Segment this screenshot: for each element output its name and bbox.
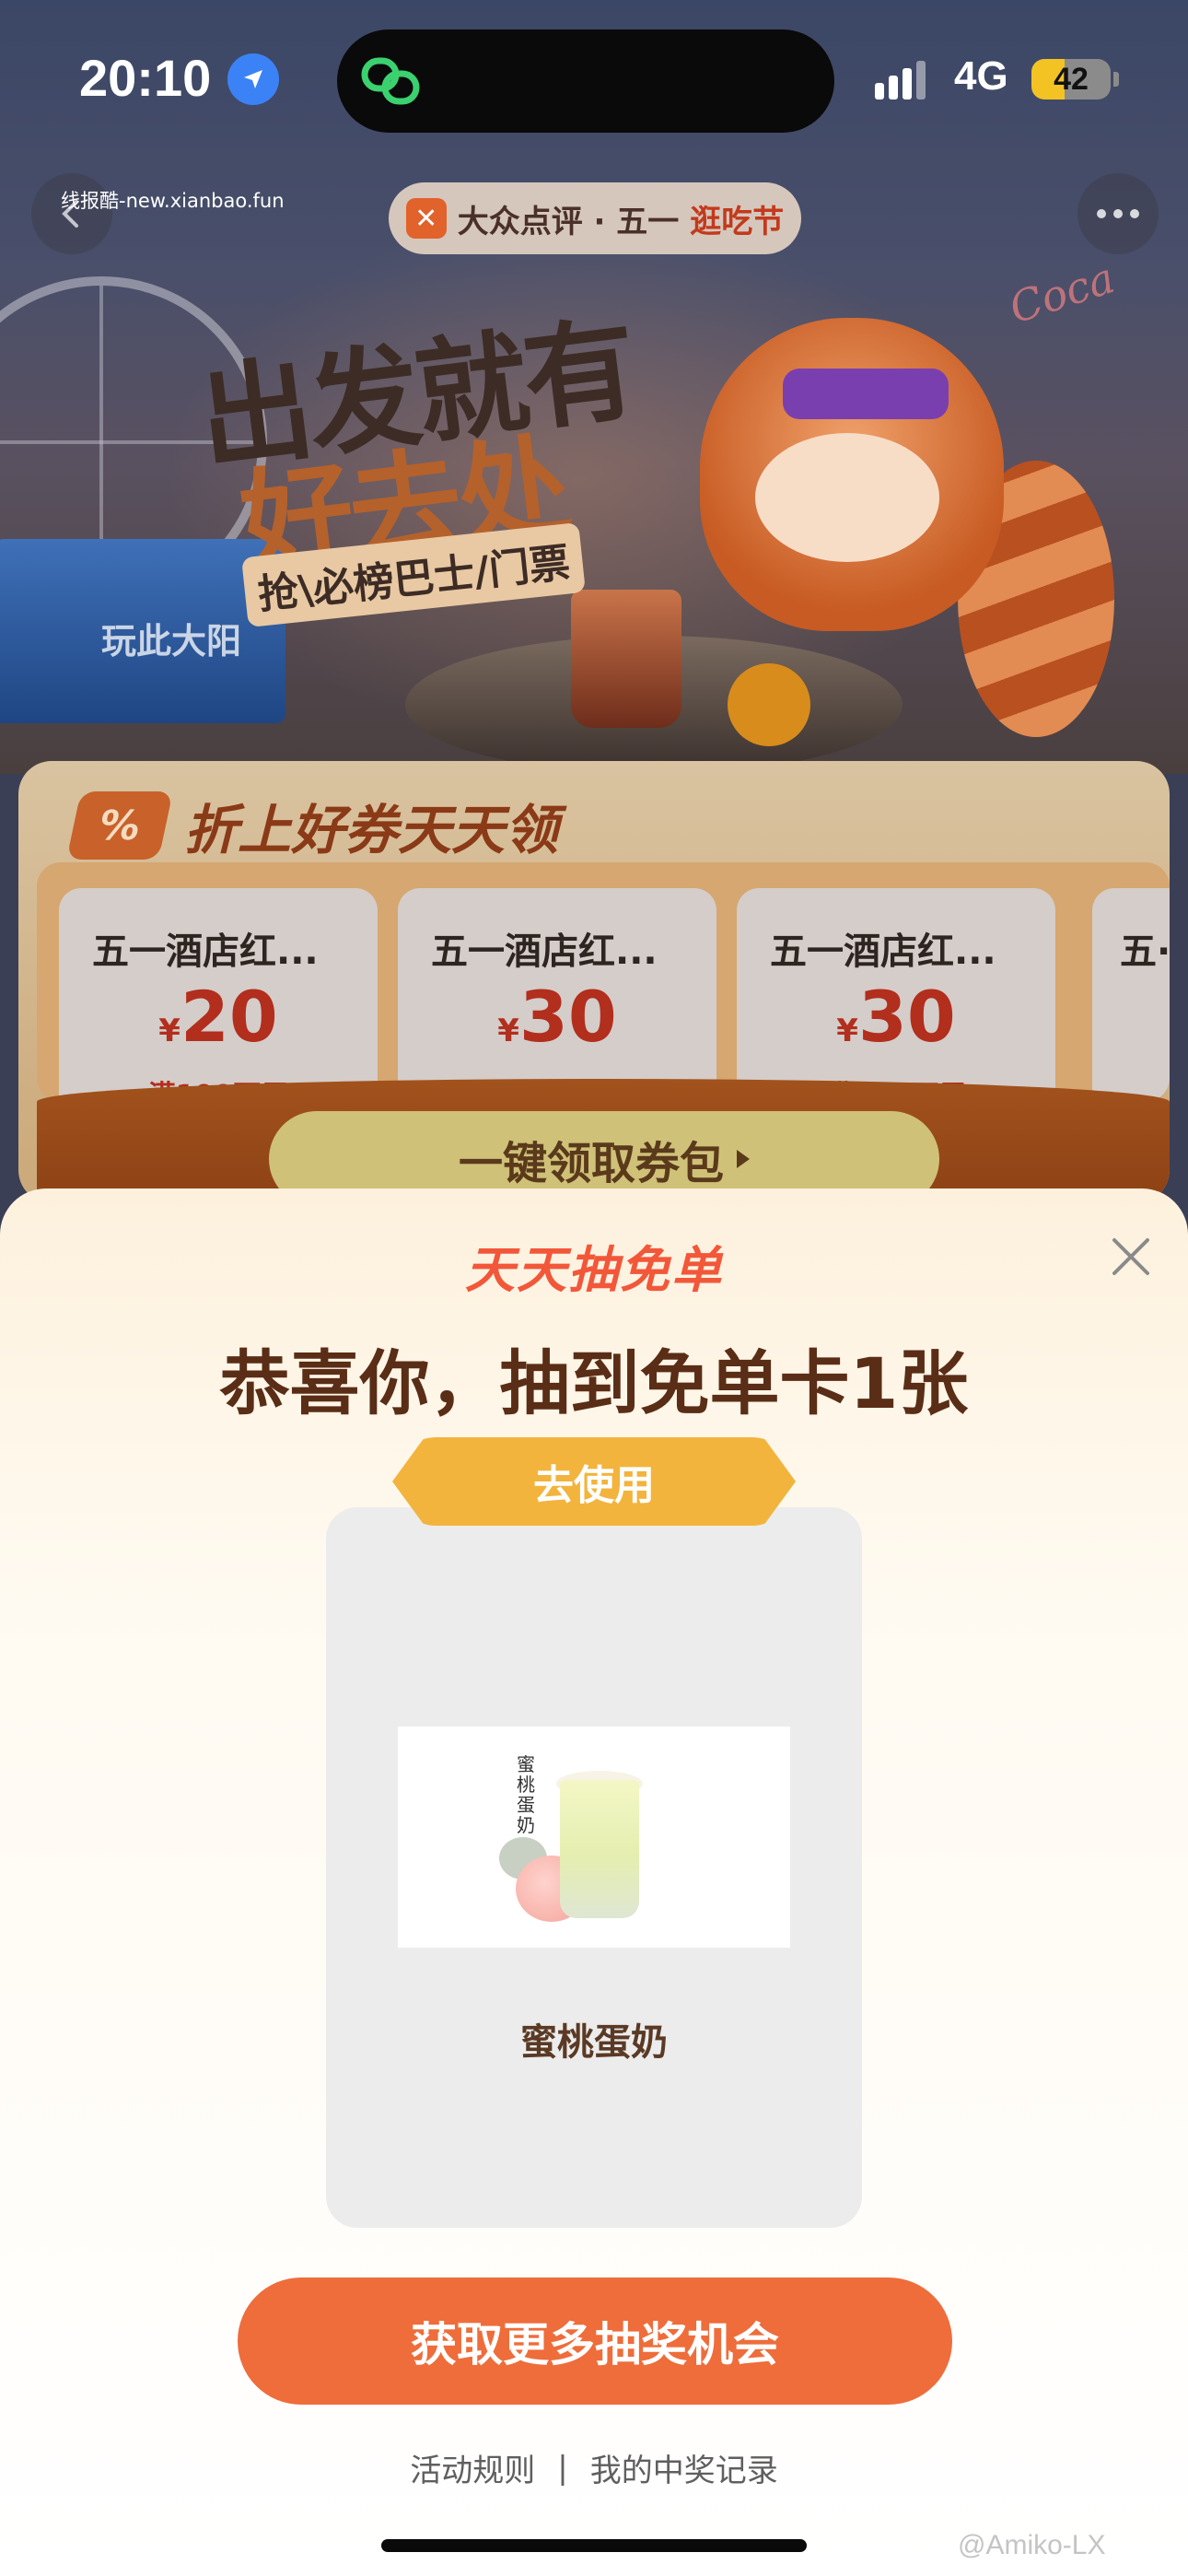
- link-separator: |: [557, 2449, 568, 2487]
- sheet-title: 恭喜你，抽到免单卡1张: [219, 1342, 969, 1424]
- milk-tea-cup-illustration: [560, 1780, 639, 1918]
- close-icon: [1112, 1238, 1149, 1275]
- use-button[interactable]: 去使用: [392, 1437, 796, 1526]
- sheet-logo: 天天抽免单: [465, 1241, 723, 1299]
- home-indicator[interactable]: [381, 2539, 807, 2552]
- watermark-bottom: @Amiko-LX: [958, 2530, 1106, 2560]
- prize-card: 蜜桃蛋奶 蜜桃蛋奶: [326, 1507, 862, 2228]
- prize-name: 蜜桃蛋奶: [520, 2021, 668, 2064]
- prize-history-link[interactable]: 我的中奖记录: [590, 2445, 778, 2490]
- prize-image-text: 蜜桃蛋奶: [517, 1753, 535, 1836]
- close-button[interactable]: [1101, 1227, 1160, 1286]
- more-chances-button[interactable]: 获取更多抽奖机会: [238, 2277, 952, 2405]
- bottom-links: 活动规则 | 我的中奖记录: [0, 2445, 1188, 2490]
- rules-link[interactable]: 活动规则: [410, 2445, 535, 2490]
- prize-sheet: 天天抽免单 恭喜你，抽到免单卡1张 蜜桃蛋奶 蜜桃蛋奶 获取更多抽奖机会 活动规…: [0, 1188, 1188, 2576]
- prize-image: 蜜桃蛋奶: [398, 1727, 790, 1948]
